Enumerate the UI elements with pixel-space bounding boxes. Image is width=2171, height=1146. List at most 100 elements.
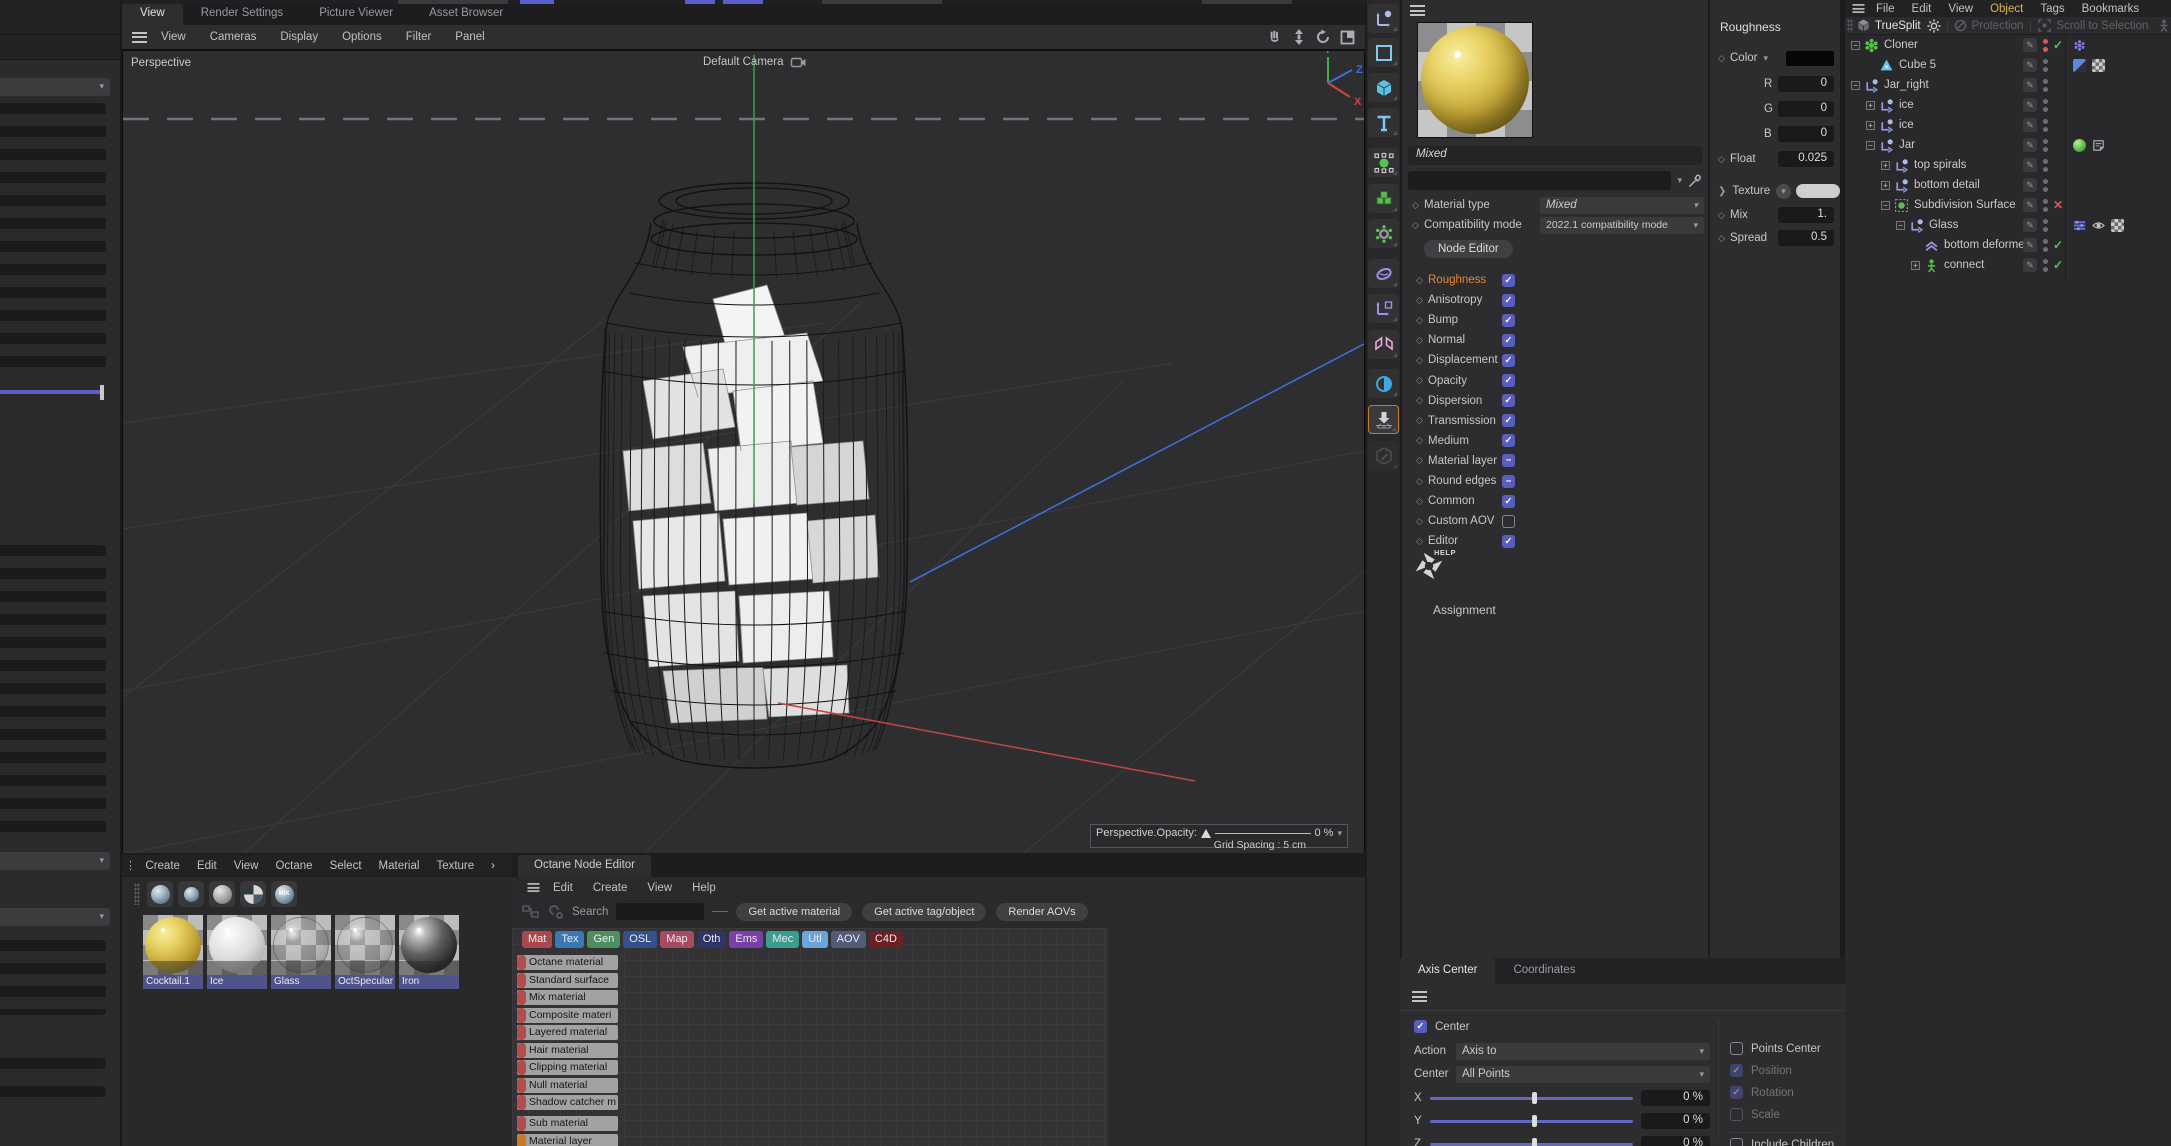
- material-menu-item[interactable]: View: [234, 860, 259, 872]
- eyedropper-icon[interactable]: [1688, 174, 1702, 188]
- panel-menu-icon[interactable]: [1410, 5, 1425, 16]
- node-type-chip[interactable]: Null material: [517, 1078, 618, 1093]
- shading-tool[interactable]: [1368, 369, 1399, 398]
- object-label[interactable]: Cloner: [1884, 39, 1918, 51]
- material-menu-item[interactable]: Edit: [197, 860, 217, 872]
- channel-checkbox[interactable]: ✓: [1502, 374, 1515, 387]
- object-label[interactable]: top spirals: [1914, 159, 1966, 171]
- visibility-dots[interactable]: [2043, 39, 2048, 52]
- edit-pencil-icon[interactable]: ✎: [2023, 98, 2037, 112]
- node-editor-menu-item[interactable]: View: [647, 882, 672, 894]
- object-manager-menu-item[interactable]: Bookmarks: [2082, 3, 2140, 15]
- node-category-chip[interactable]: AOV: [831, 931, 866, 948]
- node-editor-action-button[interactable]: Render AOVs: [996, 903, 1087, 921]
- viewport-menu-icon[interactable]: [132, 32, 147, 43]
- center-checkbox[interactable]: ✓: [1414, 1020, 1427, 1033]
- edit-pencil-icon[interactable]: ✎: [2023, 58, 2037, 72]
- protection-label[interactable]: Protection: [1972, 20, 2024, 32]
- node-category-chip[interactable]: Tex: [555, 931, 584, 948]
- node-category-chip[interactable]: Oth: [697, 931, 727, 948]
- symmetry-tool[interactable]: [1368, 330, 1399, 359]
- material-menu-item[interactable]: Material: [379, 860, 420, 872]
- material-item[interactable]: OctSpecular: [335, 915, 395, 989]
- panel-menu-icon[interactable]: [1853, 4, 1865, 13]
- node-editor-tab[interactable]: Octane Node Editor: [518, 855, 651, 877]
- edit-pencil-icon[interactable]: ✎: [2023, 138, 2037, 152]
- node-type-chip[interactable]: Octane material: [517, 955, 618, 970]
- parameter-diamond-icon[interactable]: ◇: [1718, 53, 1730, 64]
- dropdown-field[interactable]: ▾: [0, 908, 110, 926]
- channel-checkbox[interactable]: ✓: [1502, 334, 1515, 347]
- viewport-menu-item[interactable]: Display: [280, 31, 318, 43]
- option-checkbox[interactable]: [1730, 1138, 1743, 1146]
- pan-hand-icon[interactable]: [1267, 29, 1283, 45]
- node-type-chip[interactable]: Clipping material: [517, 1060, 618, 1075]
- object-manager-menu-item[interactable]: Tags: [2040, 3, 2064, 15]
- text-tool[interactable]: [1368, 108, 1399, 137]
- scroll-to-selection-label[interactable]: Scroll to Selection: [2056, 20, 2148, 32]
- expand-toggle[interactable]: −: [1896, 221, 1905, 230]
- node-category-chip[interactable]: OSL: [623, 931, 657, 948]
- rotate-icon[interactable]: [1315, 29, 1331, 45]
- object-manager-menu-item[interactable]: File: [1876, 3, 1895, 15]
- object-label[interactable]: bottom deformer: [1944, 239, 2028, 251]
- option-checkbox[interactable]: [1730, 1108, 1743, 1121]
- object-tree-row[interactable]: + connect ✎ ✓: [1845, 255, 2171, 275]
- color-swatch[interactable]: [1786, 51, 1834, 66]
- texture-tag-icon[interactable]: [2092, 59, 2105, 72]
- person-icon[interactable]: [2158, 19, 2170, 32]
- option-checkbox[interactable]: ✓: [1730, 1064, 1743, 1077]
- compatibility-select[interactable]: 2022.1 compatibility mode▾: [1540, 217, 1704, 234]
- texture-tag-icon[interactable]: [2111, 219, 2124, 232]
- edit-pencil-icon[interactable]: ✎: [2023, 238, 2037, 252]
- texture-slot[interactable]: [1796, 184, 1840, 198]
- visibility-dots[interactable]: [2043, 59, 2048, 72]
- expand-arrow-icon[interactable]: ❯: [1718, 186, 1726, 197]
- visibility-dots[interactable]: [2043, 99, 2048, 112]
- node-link-icon[interactable]: [548, 904, 564, 920]
- preview-sphere-button[interactable]: [147, 881, 173, 907]
- rgb-field[interactable]: 0: [1778, 126, 1834, 142]
- material-preview[interactable]: [1417, 22, 1533, 138]
- expand-toggle[interactable]: −: [1866, 141, 1875, 150]
- node-category-chip[interactable]: C4D: [869, 931, 903, 948]
- spread-field[interactable]: 0.5: [1778, 230, 1834, 246]
- material-menu-item[interactable]: Octane: [275, 860, 312, 872]
- channel-checkbox[interactable]: ✓: [1502, 274, 1515, 287]
- object-tree-row[interactable]: − Cloner ✎ ✓: [1845, 35, 2171, 55]
- axis-value-field[interactable]: 0 %: [1641, 1113, 1710, 1129]
- protection-icon[interactable]: [1954, 19, 1967, 32]
- channel-row[interactable]: ◇ Bump ✓: [1402, 310, 1708, 330]
- slider[interactable]: [0, 390, 102, 394]
- viewport-menu-item[interactable]: Options: [342, 31, 382, 43]
- chevron-down-icon[interactable]: ▾: [1677, 175, 1682, 186]
- channel-checkbox[interactable]: ✓: [1502, 294, 1515, 307]
- node-editor-action-button[interactable]: Get active material: [736, 903, 852, 921]
- node-type-chip[interactable]: Layered material: [517, 1025, 618, 1040]
- volume-tool[interactable]: [1368, 184, 1399, 213]
- node-type-chip[interactable]: Sub material: [517, 1116, 618, 1131]
- parameter-diamond-icon[interactable]: ◇: [1718, 210, 1730, 221]
- axis-value-field[interactable]: 0 %: [1641, 1090, 1710, 1106]
- channel-row[interactable]: ◇ Common ✓: [1402, 491, 1708, 511]
- mograph-tag-icon[interactable]: [2073, 39, 2086, 52]
- node-graph-icon[interactable]: [522, 904, 540, 920]
- disabled-x-icon[interactable]: ✕: [2051, 198, 2065, 212]
- edit-pencil-icon[interactable]: ✎: [2023, 38, 2037, 52]
- channel-row[interactable]: ◇ Displacement ✓: [1402, 350, 1708, 370]
- material-item[interactable]: Ice: [207, 915, 267, 989]
- edit-tool[interactable]: [1368, 441, 1399, 470]
- parameter-diamond-icon[interactable]: ◇: [1718, 154, 1730, 165]
- edit-pencil-icon[interactable]: ✎: [2023, 158, 2037, 172]
- node-category-chip[interactable]: Mec: [766, 931, 799, 948]
- object-tree-row[interactable]: Cube 5 ✎: [1845, 55, 2171, 75]
- material-type-select[interactable]: Mixed▾: [1540, 197, 1704, 214]
- node-type-chip[interactable]: Material layer: [517, 1134, 618, 1146]
- viewport-menu-item[interactable]: Filter: [406, 31, 432, 43]
- preview-checker-sphere-button[interactable]: [240, 881, 266, 907]
- layout-tab[interactable]: Picture Viewer: [301, 4, 411, 25]
- channel-checkbox[interactable]: −: [1502, 475, 1515, 488]
- object-label[interactable]: ice: [1899, 119, 1914, 131]
- dolly-icon[interactable]: [1292, 29, 1306, 45]
- material-thumbnail[interactable]: [335, 915, 395, 975]
